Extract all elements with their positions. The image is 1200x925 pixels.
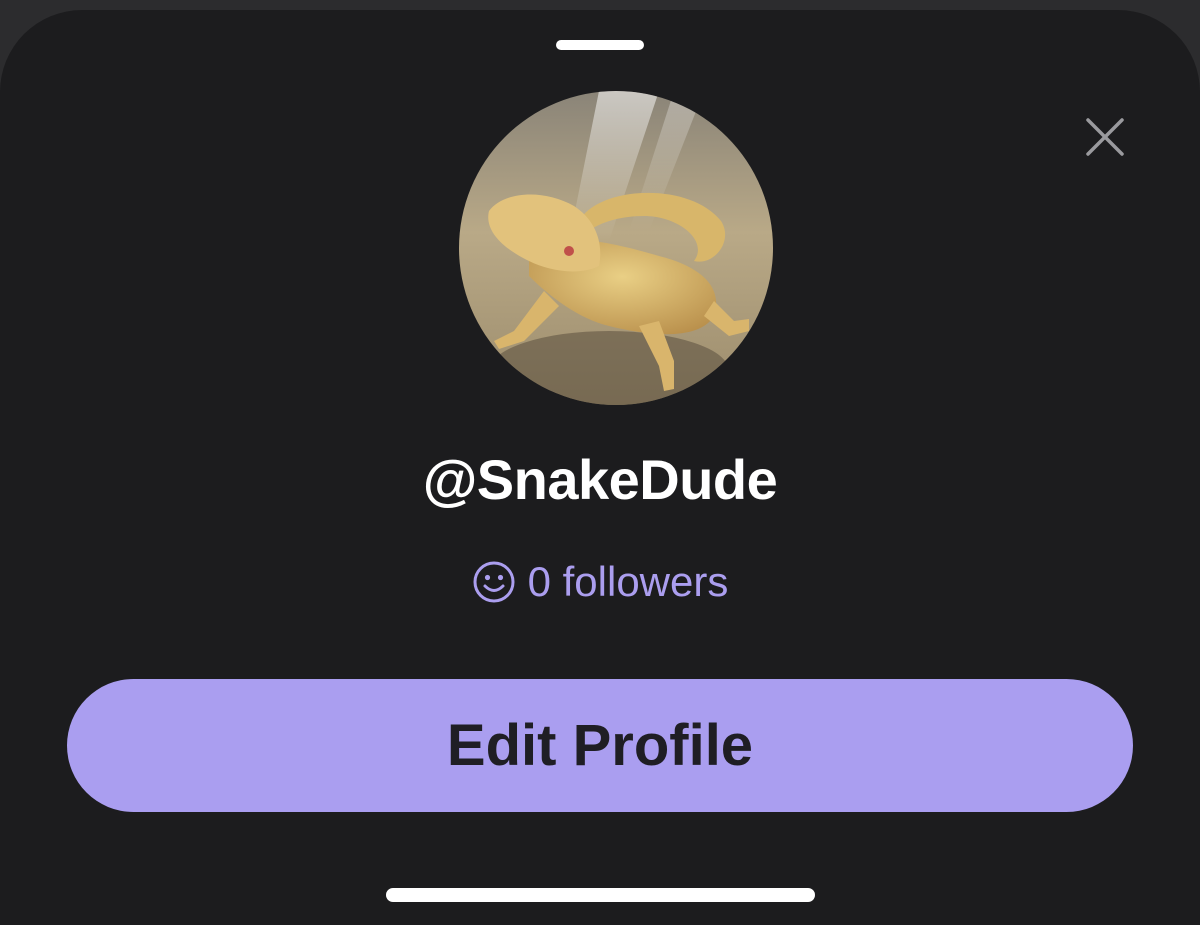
avatar[interactable] xyxy=(459,91,773,405)
home-indicator[interactable] xyxy=(386,888,815,902)
followers-count[interactable]: 0 followers xyxy=(0,556,1200,608)
close-icon xyxy=(1086,118,1124,156)
bearded-dragon-photo xyxy=(459,91,773,405)
close-button[interactable] xyxy=(1076,108,1134,166)
smile-icon xyxy=(472,560,516,604)
sheet-grabber[interactable] xyxy=(556,40,644,50)
followers-label: 0 followers xyxy=(527,558,729,605)
edit-profile-button[interactable]: Edit Profile xyxy=(67,679,1133,812)
profile-username: @SnakeDude xyxy=(422,448,778,511)
